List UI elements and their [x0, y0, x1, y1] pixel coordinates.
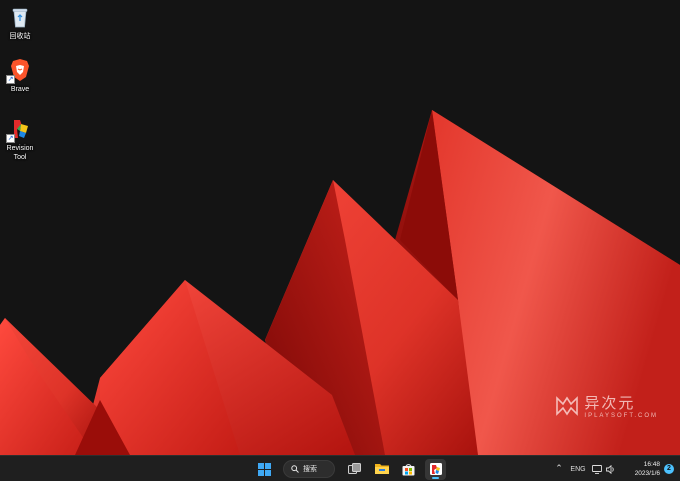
clock-date: 2023/1/6 — [634, 470, 660, 477]
task-view-icon — [348, 463, 361, 474]
file-explorer-icon — [374, 464, 389, 474]
watermark-logo-icon — [556, 395, 579, 416]
shortcut-arrow-icon: ↗ — [6, 75, 15, 84]
notification-badge[interactable]: 2 — [664, 464, 674, 474]
clock-time: 16:48 — [643, 461, 660, 468]
search-label: 搜索 — [303, 465, 317, 473]
microsoft-store-icon — [402, 463, 415, 475]
taskbar-search-box[interactable]: 搜索 — [283, 460, 335, 478]
watermark: 异次元 IPLAYSOFT.COM — [555, 392, 658, 419]
wallpaper-peak — [0, 318, 95, 455]
revision-tool-taskbar-button[interactable] — [425, 458, 446, 480]
system-tray: ⌃ ENG 16:48 2023/1/6 2 — [552, 456, 680, 481]
show-hidden-icons-chevron-icon[interactable]: ⌃ — [552, 464, 566, 474]
start-button[interactable] — [254, 459, 275, 480]
file-explorer-button[interactable] — [371, 459, 392, 480]
recycle-bin-icon — [8, 5, 32, 29]
watermark-chinese: 异次元 — [584, 394, 636, 412]
desktop-icon-label: Revision Tool — [6, 145, 34, 161]
desktop-icon-brave[interactable]: ↗ Brave — [0, 58, 40, 94]
wallpaper — [0, 110, 680, 455]
input-language-indicator[interactable]: ENG — [566, 466, 590, 473]
microsoft-store-button[interactable] — [398, 459, 419, 480]
brave-lion-icon: ↗ — [6, 58, 32, 84]
taskbar: 搜索 ⌃ ENG 16:48 2023/1/6 2 — [0, 455, 680, 481]
network-icon[interactable] — [590, 464, 604, 474]
revision-tool-icon — [429, 463, 442, 475]
desktop-icon-label: Brave — [10, 86, 30, 93]
desktop-icon-revision-tool[interactable]: ↗ Revision Tool — [0, 117, 40, 162]
shortcut-arrow-icon: ↗ — [6, 134, 15, 143]
taskbar-apps: 搜索 — [254, 458, 446, 480]
start-icon — [258, 462, 271, 476]
search-icon — [291, 465, 299, 473]
taskbar-clock[interactable]: 16:48 2023/1/6 — [620, 460, 660, 478]
desktop: 回收站 ↗ Brave ↗ Revision Tool 异次元 IPLAYSOF… — [0, 0, 680, 455]
volume-icon[interactable] — [604, 464, 618, 474]
desktop-icon-recycle-bin[interactable]: 回收站 — [0, 5, 40, 41]
task-view-button[interactable] — [344, 459, 365, 480]
desktop-icon-label: 回收站 — [9, 33, 31, 40]
revision-tool-icon: ↗ — [6, 117, 32, 143]
watermark-english: IPLAYSOFT.COM — [584, 413, 658, 419]
